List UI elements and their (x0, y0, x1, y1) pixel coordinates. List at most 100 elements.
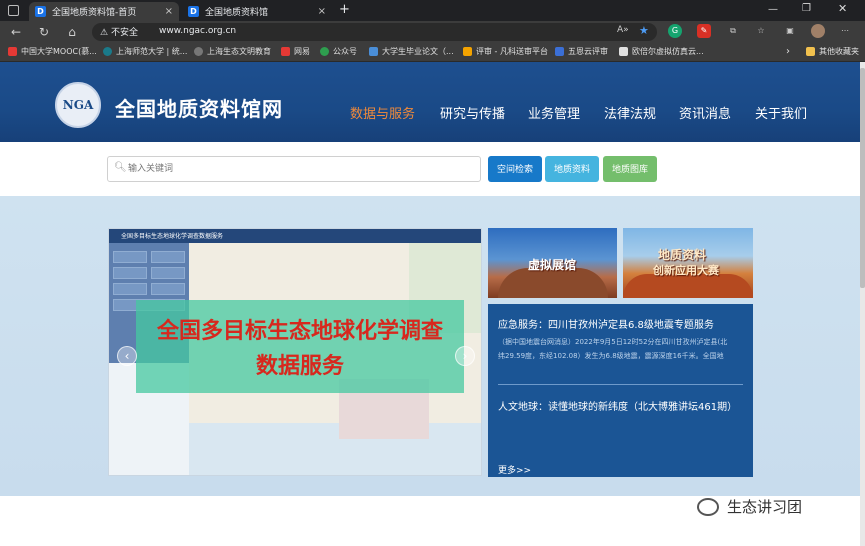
panel-cell (151, 267, 185, 279)
tab-site[interactable]: D 全国地质资料馆 × (182, 2, 332, 21)
news-summary-line: 纬29.59度，东经102.08）发生为6.8级地震，震源深度16千米。全国地 (498, 352, 724, 360)
reload-icon[interactable]: ↻ (36, 24, 52, 40)
news-item-title[interactable]: 应急服务：四川甘孜州泸定县6.8级地震专题服务 (498, 316, 714, 331)
folder-icon (806, 47, 815, 56)
bookmark-favicon-icon (619, 47, 628, 56)
geo-data-button[interactable]: 地质资料 (545, 156, 599, 182)
search-input[interactable] (128, 161, 468, 177)
close-window-button[interactable]: ✕ (838, 2, 847, 15)
security-warning[interactable]: ⚠ 不安全 (100, 25, 138, 38)
site-header: NGA 全国地质资料馆网 数据与服务 研究与传播 业务管理 法律法规 资讯消息 … (0, 62, 860, 142)
site-title[interactable]: 全国地质资料馆网 (115, 93, 283, 122)
collections-icon[interactable]: ▣ (783, 24, 797, 38)
bookmark-item[interactable]: 大学生毕业论文（... (369, 46, 454, 57)
nav-news[interactable]: 资讯消息 (679, 103, 731, 122)
tab-close-icon[interactable]: × (165, 6, 173, 17)
more-menu-icon[interactable]: ⋯ (838, 24, 852, 38)
bookmark-item[interactable]: 五恩云评审 (555, 46, 608, 57)
bookmark-label: 公众号 (333, 47, 357, 56)
restore-button[interactable]: ❐ (802, 3, 811, 14)
virtual-exhibition-banner[interactable]: 虚拟展馆 (488, 228, 617, 298)
read-aloud-icon[interactable]: A» (617, 25, 629, 35)
geo-contest-title-line2: 创新应用大赛 (653, 264, 719, 277)
browser-toolbar: ← ↻ ⌂ ⚠ 不安全 www.ngac.org.cn A» ★ G ✎ ⧉ ☆… (0, 21, 865, 43)
bookmark-item[interactable]: 公众号 (320, 46, 357, 57)
slide-caption-line1: 全国多目标生态地球化学调查 (156, 319, 443, 344)
panel-cell (113, 283, 147, 295)
panel-cell (113, 267, 147, 279)
nav-business[interactable]: 业务管理 (528, 103, 580, 122)
window-menu-icon[interactable] (8, 5, 19, 16)
favorite-star-icon[interactable]: ★ (639, 24, 649, 37)
home-icon[interactable]: ⌂ (64, 24, 80, 40)
geo-contest-banner[interactable]: 地质资料 创新应用大赛 (623, 228, 753, 298)
spatial-search-button[interactable]: 空间检索 (488, 156, 542, 182)
bookmarks-bar: 中国大学MOOC(慕... 上海师范大学 | 统... 上海生态文明教育 网易 … (0, 43, 865, 62)
bookmark-item[interactable]: 网易 (281, 46, 310, 57)
other-favorites-folder[interactable]: 其他收藏夹 (806, 46, 859, 57)
geo-contest-title-line1: 地质资料 (658, 248, 707, 262)
slide-app-header: 全国多目标生态地球化学调查数据服务 (109, 229, 481, 243)
profile-avatar[interactable] (811, 24, 825, 38)
news-item-title[interactable]: 人文地球：读懂地球的新纬度（北大博雅讲坛461期） (498, 398, 737, 413)
nav-about[interactable]: 关于我们 (755, 103, 807, 122)
bookmark-label: 中国大学MOOC(慕... (21, 47, 97, 56)
bookmark-favicon-icon (463, 47, 472, 56)
bookmark-label: 五恩云评审 (568, 47, 608, 56)
bookmark-item[interactable]: 上海师范大学 | 统... (103, 46, 187, 57)
bookmark-item[interactable]: 欧倍尔虚拟仿真云... (619, 46, 704, 57)
search-icon: 🔍︎ (114, 162, 127, 173)
news-summary-line: （据中国地震台网消息）2022年9月5日12时52分在四川甘孜州泸定县(北 (498, 338, 728, 346)
tab-close-icon[interactable]: × (318, 6, 326, 17)
slider-next-icon[interactable]: › (455, 346, 475, 366)
bookmark-favicon-icon (281, 47, 290, 56)
wechat-icon (697, 497, 719, 516)
site-favicon-icon: D (35, 6, 46, 17)
page-scrollbar[interactable] (860, 62, 865, 546)
news-more-link[interactable]: 更多>> (498, 463, 531, 476)
address-bar[interactable]: ⚠ 不安全 www.ngac.org.cn A» ★ (92, 23, 657, 41)
minimize-button[interactable]: — (768, 4, 778, 15)
nav-research[interactable]: 研究与传播 (440, 103, 505, 122)
featured-slider[interactable]: 全国多目标生态地球化学调查数据服务 全国多目标生态地球化学调查 数据服务 ‹ › (108, 228, 482, 476)
logo-text: NGA (62, 98, 94, 112)
bookmark-item[interactable]: 中国大学MOOC(慕... (8, 46, 97, 57)
new-tab-button[interactable]: + (339, 2, 350, 17)
back-icon[interactable]: ← (8, 24, 24, 40)
slide-caption-line2: 数据服务 (255, 354, 344, 379)
tab-home[interactable]: D 全国地质资料馆-首页 × (29, 2, 179, 21)
bookmark-label: 欧倍尔虚拟仿真云... (632, 47, 704, 56)
other-favorites-label: 其他收藏夹 (819, 47, 859, 56)
bookmark-label: 网易 (294, 47, 310, 56)
extensions-icon[interactable]: ⧉ (726, 24, 740, 38)
nav-data-services[interactable]: 数据与服务 (350, 103, 415, 122)
grammarly-extension-icon[interactable]: G (668, 24, 682, 38)
site-favicon-icon: D (188, 6, 199, 17)
bookmarks-more-chevron-icon[interactable]: › (786, 46, 790, 57)
url-text: www.ngac.org.cn (159, 26, 237, 36)
bookmark-label: 大学生毕业论文（... (382, 47, 454, 56)
site-logo[interactable]: NGA (55, 82, 101, 128)
scrollbar-thumb[interactable] (860, 68, 865, 288)
nav-laws[interactable]: 法律法规 (604, 103, 656, 122)
tab-site-title: 全国地质资料馆 (205, 8, 269, 18)
news-divider (498, 384, 743, 385)
bookmark-favicon-icon (555, 47, 564, 56)
search-section: 🔍︎ 空间检索 地质资料 地质图库 (0, 142, 860, 196)
wechat-watermark: 生态讲习团 (697, 496, 802, 517)
favorites-icon[interactable]: ☆ (754, 24, 768, 38)
watermark-text: 生态讲习团 (727, 498, 803, 516)
news-item-summary: （据中国地震台网消息）2022年9月5日12时52分在四川甘孜州泸定县(北 纬2… (498, 335, 748, 363)
pdf-extension-icon[interactable]: ✎ (697, 24, 711, 38)
bookmark-item[interactable]: 上海生态文明教育 (194, 46, 271, 57)
panel-cell (113, 251, 147, 263)
bookmark-label: 上海生态文明教育 (207, 47, 271, 56)
geo-map-library-button[interactable]: 地质图库 (603, 156, 657, 182)
bookmark-favicon-icon (194, 47, 203, 56)
panel-cell (151, 283, 185, 295)
bookmark-item[interactable]: 评审 - 凡科送审平台 (463, 46, 548, 57)
bookmark-favicon-icon (320, 47, 329, 56)
security-warning-text: 不安全 (110, 28, 138, 38)
slider-prev-icon[interactable]: ‹ (117, 346, 137, 366)
news-panel: 应急服务：四川甘孜州泸定县6.8级地震专题服务 （据中国地震台网消息）2022年… (488, 304, 753, 477)
